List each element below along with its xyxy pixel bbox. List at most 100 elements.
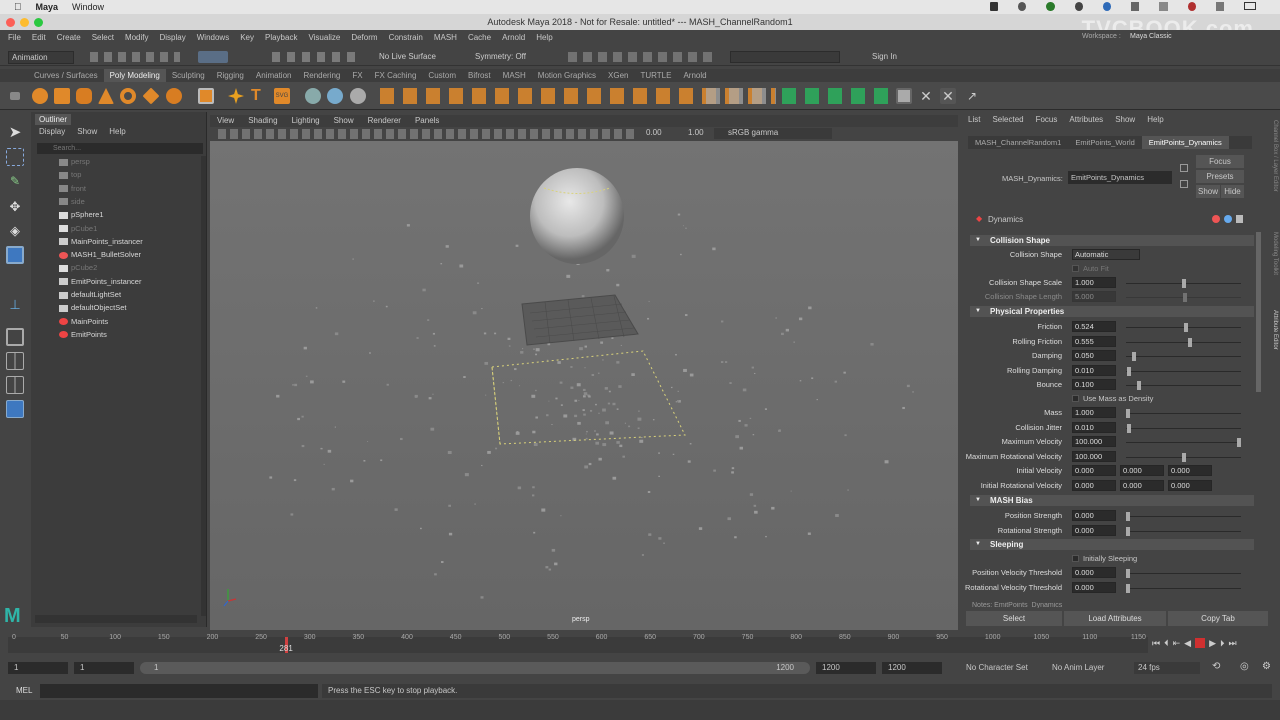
- time-slider[interactable]: 0 50 100 150 200 250 300 350 400 450 500 550 600 650 7…: [0, 630, 1280, 658]
- slider-knob[interactable]: [1126, 409, 1130, 418]
- lasso-tool-icon[interactable]: [6, 148, 24, 166]
- initial-rot-velocity-x[interactable]: 0.000: [1072, 480, 1116, 491]
- select-mode-icons[interactable]: [198, 51, 228, 63]
- attr-slider[interactable]: [1126, 583, 1241, 593]
- live-surface-field[interactable]: No Live Surface: [376, 51, 462, 64]
- menuset-dropdown[interactable]: Animation: [8, 51, 74, 64]
- start-time-field[interactable]: 1: [8, 662, 68, 674]
- mac-menu-window[interactable]: Window: [72, 2, 104, 12]
- poly-torus-icon[interactable]: [120, 88, 136, 104]
- disable-node-icon[interactable]: [1212, 215, 1220, 223]
- section-mash-bias[interactable]: MASH Bias: [970, 495, 1254, 506]
- attr-tab-emit-world[interactable]: EmitPoints_World: [1068, 136, 1141, 149]
- battery-icon[interactable]: [1244, 2, 1256, 10]
- sphere-mesh[interactable]: [530, 168, 624, 264]
- collision-length-slider[interactable]: [1126, 293, 1241, 302]
- apple-icon[interactable]: : [14, 2, 22, 13]
- menu-arnold[interactable]: Arnold: [502, 33, 525, 42]
- modeling-tool-icons[interactable]: [706, 88, 776, 104]
- render-icons[interactable]: [568, 52, 718, 62]
- attr-value-field[interactable]: 0.000: [1072, 524, 1116, 536]
- single-pane-icon[interactable]: [6, 328, 24, 346]
- attr-value-field[interactable]: 0.555: [1072, 335, 1116, 347]
- prefs-icon[interactable]: ⚙: [1262, 661, 1271, 672]
- attr-tab-emit-dynamics[interactable]: EmitPoints_Dynamics: [1141, 136, 1229, 149]
- attr-menu-list[interactable]: List: [968, 115, 980, 124]
- attr-slider[interactable]: [1126, 452, 1241, 462]
- scale-tool-icon[interactable]: [6, 246, 24, 264]
- auto-fit-checkbox[interactable]: [1072, 265, 1079, 272]
- attr-slider[interactable]: [1126, 512, 1241, 521]
- playback-end-field[interactable]: 1200: [816, 662, 876, 674]
- attr-slider[interactable]: [1126, 337, 1241, 347]
- attr-slider[interactable]: [1126, 423, 1241, 433]
- status-icon[interactable]: [1187, 2, 1196, 11]
- attr-scrollbar[interactable]: [1256, 232, 1261, 392]
- menu-key[interactable]: Key: [240, 33, 254, 42]
- attr-slider[interactable]: [1126, 366, 1241, 376]
- slider-knob[interactable]: [1127, 423, 1132, 433]
- side-tab-attribute-editor[interactable]: Attribute Editor: [1268, 310, 1278, 366]
- attr-value-field[interactable]: 0.524: [1072, 321, 1116, 332]
- menu-mash[interactable]: MASH: [434, 33, 457, 42]
- attr-value-field[interactable]: 0.050: [1072, 350, 1116, 362]
- trash-icon[interactable]: [1236, 215, 1243, 223]
- attr-menu-focus[interactable]: Focus: [1036, 115, 1058, 124]
- go-to-end-icon[interactable]: ⏭: [1229, 638, 1237, 650]
- anim-layer-dropdown[interactable]: No Anim Layer: [1052, 662, 1132, 674]
- outliner-item[interactable]: EmitPoints_instancer: [59, 277, 141, 286]
- vp-menu-lighting[interactable]: Lighting: [292, 115, 320, 127]
- collision-scale-field[interactable]: 1.000: [1072, 277, 1116, 288]
- node-output-icon[interactable]: [1180, 180, 1188, 188]
- slider-knob[interactable]: [1181, 452, 1186, 462]
- close-window-button[interactable]: [6, 18, 15, 27]
- collision-length-field[interactable]: 5.000: [1072, 291, 1116, 302]
- zoom-window-button[interactable]: [34, 18, 43, 27]
- uv-icons[interactable]: [782, 88, 894, 104]
- status-icon[interactable]: [1159, 2, 1168, 11]
- layout-icon[interactable]: ↗: [964, 88, 980, 104]
- poly-disc-icon[interactable]: [166, 88, 182, 104]
- show-button[interactable]: Show: [1196, 185, 1220, 198]
- status-icon[interactable]: [1018, 2, 1027, 11]
- svg-icon[interactable]: SVG: [274, 88, 290, 104]
- side-tab-channel-box[interactable]: Channel Box / Layer Editor: [1268, 120, 1278, 220]
- outliner-item[interactable]: defaultLightSet: [59, 290, 121, 299]
- stop-button-icon[interactable]: [1195, 638, 1206, 648]
- step-back-frame-icon[interactable]: ⇤: [1173, 638, 1181, 650]
- vp-menu-shading[interactable]: Shading: [248, 115, 277, 127]
- shelf-tab-custom[interactable]: Custom: [422, 69, 462, 82]
- slider-knob[interactable]: [1137, 381, 1142, 391]
- shelf-tab-fx[interactable]: FX: [346, 69, 368, 82]
- attr-value-field[interactable]: 1.000: [1072, 407, 1116, 418]
- attr-value-field[interactable]: 0.000: [1072, 581, 1116, 593]
- menu-edit[interactable]: Edit: [32, 33, 46, 42]
- shelf-tab-mash[interactable]: MASH: [497, 69, 532, 82]
- attr-menu-selected[interactable]: Selected: [992, 115, 1023, 124]
- step-back-key-icon[interactable]: ⏴: [1164, 638, 1169, 650]
- collision-shape-dropdown[interactable]: Automatic: [1072, 249, 1140, 260]
- shelf-tab-curves[interactable]: Curves / Surfaces: [28, 69, 104, 82]
- outliner-item[interactable]: MainPoints: [59, 317, 108, 326]
- exposure-field[interactable]: 0.00: [646, 128, 662, 137]
- vp-menu-panels[interactable]: Panels: [415, 115, 439, 127]
- attr-value-field[interactable]: 100.000: [1072, 436, 1116, 448]
- attr-value-field[interactable]: 0.100: [1072, 379, 1116, 391]
- status-icon[interactable]: [1102, 2, 1112, 11]
- load-attributes-button[interactable]: Load Attributes: [1064, 611, 1166, 626]
- combine-icon[interactable]: [305, 88, 321, 104]
- initial-rot-velocity-y[interactable]: 0.000: [1120, 480, 1164, 491]
- attr-slider[interactable]: [1126, 352, 1241, 362]
- attr-slider[interactable]: [1126, 569, 1241, 578]
- slider-knob[interactable]: [1126, 526, 1130, 536]
- outliner-menu-display[interactable]: Display: [39, 127, 65, 136]
- colorspace-dropdown[interactable]: sRGB gamma: [714, 128, 832, 139]
- slider-knob[interactable]: [1183, 323, 1188, 332]
- attr-menu-help[interactable]: Help: [1147, 115, 1163, 124]
- shelf-tab-bifrost[interactable]: Bifrost: [462, 69, 497, 82]
- outliner-layout-icon[interactable]: [6, 400, 24, 418]
- go-to-start-icon[interactable]: ⏮: [1152, 638, 1160, 650]
- select-button[interactable]: Select: [966, 611, 1062, 626]
- attr-value-field[interactable]: 0.000: [1072, 567, 1116, 578]
- shelf-tab-arnold[interactable]: Arnold: [677, 69, 712, 82]
